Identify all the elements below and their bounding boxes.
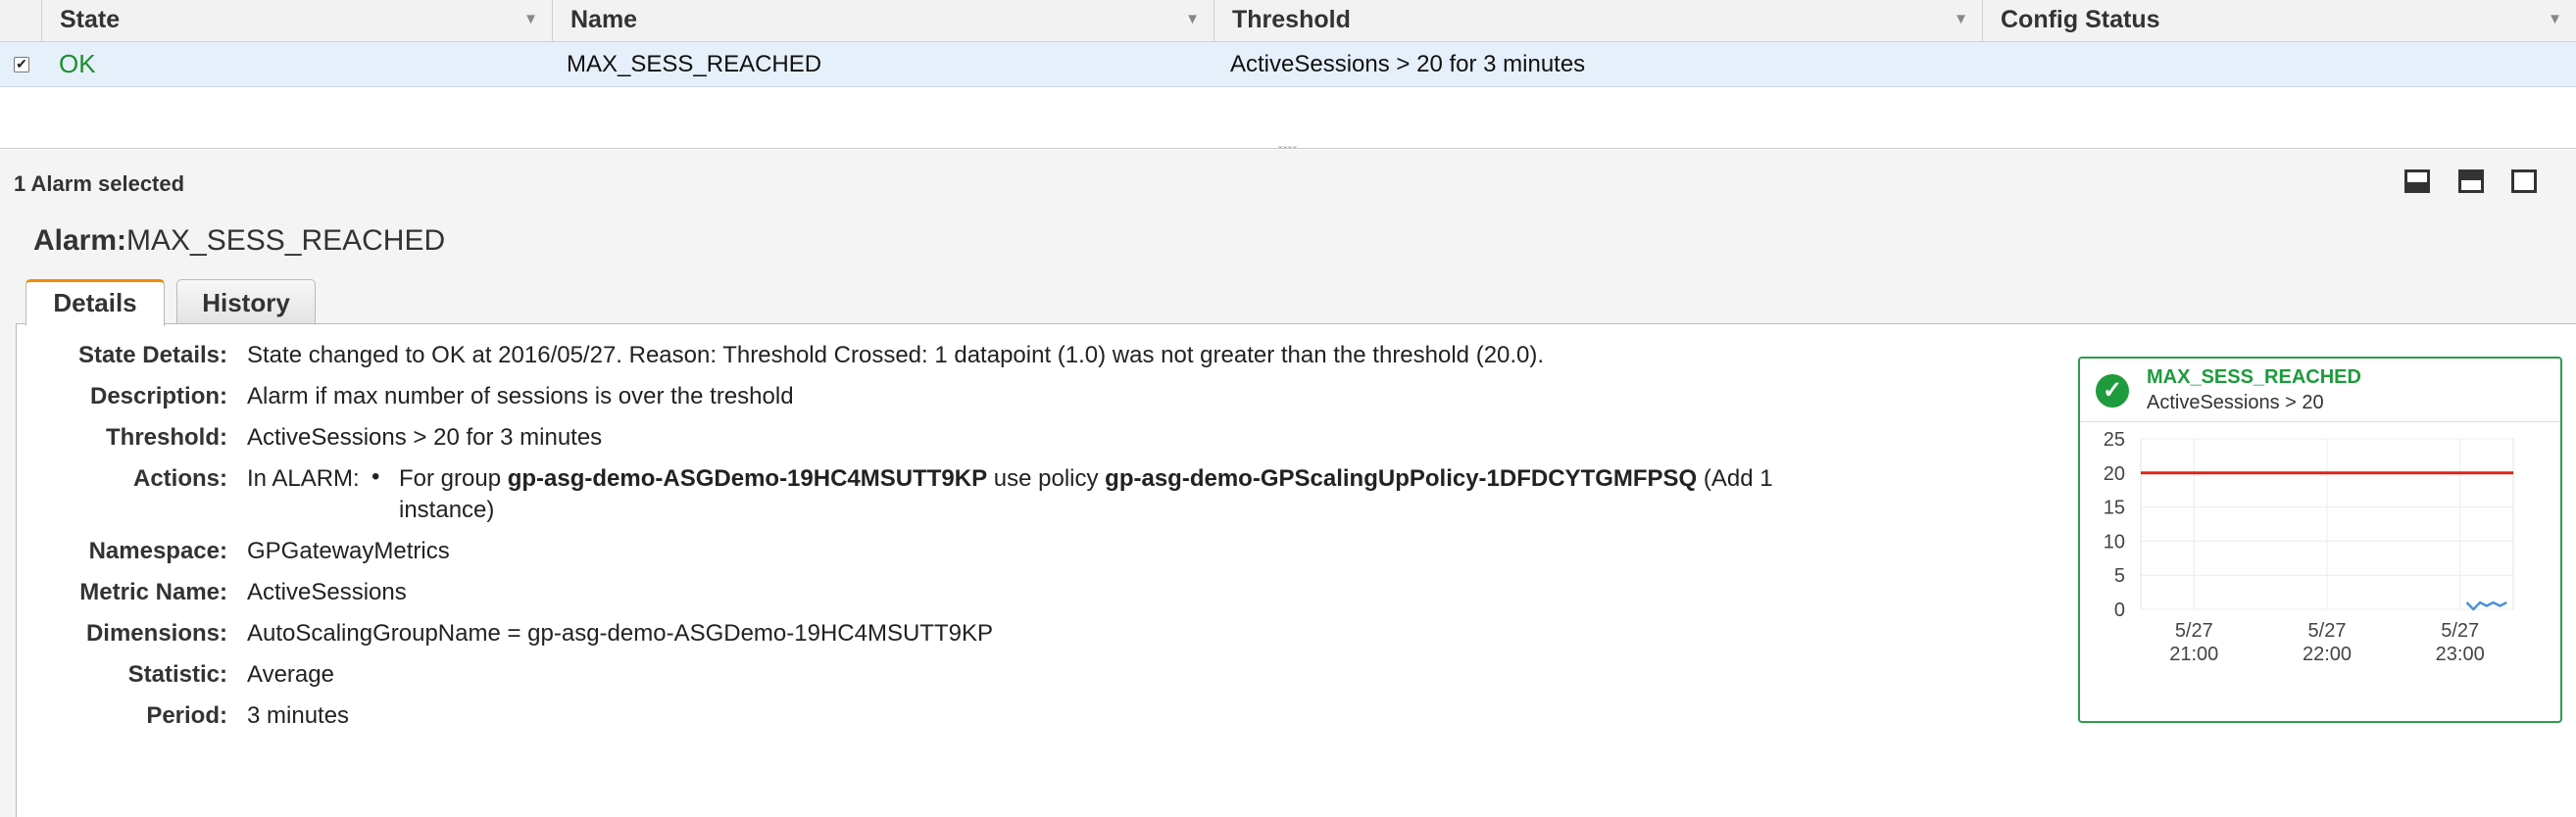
x-tick-label: 5/27 — [2441, 620, 2479, 642]
detail-value: State changed to OK at 2016/05/27. Reaso… — [247, 342, 1545, 368]
action-text: For group — [399, 465, 508, 492]
action-policy: gp-asg-demo-GPScalingUpPolicy-1DFDCYTGMF… — [1105, 465, 1698, 492]
mini-chart-subtitle: ActiveSessions > 20 — [2147, 392, 2324, 413]
action-item: For group gp-asg-demo-ASGDemo-19HC4MSUTT… — [399, 463, 1791, 526]
detail-value: ActiveSessions > 20 for 3 minutes — [247, 424, 603, 451]
detail-key: Statistic: — [127, 661, 227, 688]
pane-bottom-icon[interactable] — [2404, 169, 2431, 193]
alarm-title: Alarm:MAX_SESS_REACHED — [33, 224, 445, 258]
x-tick-label: 22:00 — [2303, 644, 2352, 665]
column-header-label: Name — [570, 6, 638, 33]
pane-layout-controls — [2381, 169, 2537, 198]
sort-caret-icon[interactable]: ▼ — [1185, 0, 1200, 39]
pane-maximize-icon[interactable] — [2511, 169, 2537, 193]
check-circle-icon: ✓ — [2096, 374, 2129, 408]
detail-value: 3 minutes — [247, 702, 350, 729]
sort-caret-icon[interactable]: ▼ — [1954, 0, 1968, 39]
threshold-cell: ActiveSessions > 20 for 3 minutes — [1230, 51, 1586, 77]
column-header-label: State — [60, 6, 121, 33]
state-cell: OK — [59, 49, 96, 78]
detail-key: State Details: — [77, 342, 227, 368]
detail-value: AutoScalingGroupName = gp-asg-demo-ASGDe… — [247, 620, 993, 647]
detail-key: Namespace: — [88, 538, 227, 564]
alarm-table-header: State ▼ Name ▼ Threshold ▼ Config Status… — [0, 0, 2576, 42]
table-row[interactable]: ✔ OK MAX_SESS_REACHED ActiveSessions > 2… — [0, 42, 2576, 87]
pane-top-icon[interactable] — [2457, 169, 2484, 193]
name-cell: MAX_SESS_REACHED — [567, 51, 822, 77]
y-tick-label: 25 — [2104, 429, 2125, 451]
y-tick-label: 15 — [2104, 498, 2125, 519]
column-header-name[interactable]: Name ▼ — [552, 0, 1214, 41]
column-header-label: Threshold — [1232, 6, 1351, 33]
detail-value: ActiveSessions — [247, 579, 407, 605]
tab-history[interactable]: History — [176, 279, 316, 324]
action-text: (Add 1 — [1697, 465, 1773, 492]
row-checkbox[interactable]: ✔ — [14, 57, 29, 72]
tab-details[interactable]: Details — [25, 279, 165, 326]
y-tick-label: 5 — [2114, 565, 2125, 587]
x-tick-label: 5/27 — [2175, 620, 2213, 642]
y-tick-label: 10 — [2104, 531, 2125, 553]
column-header-label: Config Status — [2001, 6, 2160, 33]
detail-value: GPGatewayMetrics — [247, 538, 450, 564]
detail-key: Description: — [89, 383, 227, 409]
alarm-mini-chart[interactable]: ✓ MAX_SESS_REACHED ActiveSessions > 20 0… — [2078, 357, 2562, 723]
alarm-title-name: MAX_SESS_REACHED — [126, 224, 446, 257]
action-text: instance) — [399, 497, 495, 523]
y-tick-label: 0 — [2114, 600, 2125, 621]
sort-caret-icon[interactable]: ▼ — [2548, 0, 2562, 39]
x-tick-label: 23:00 — [2436, 644, 2485, 665]
mini-chart-title: MAX_SESS_REACHED — [2147, 366, 2361, 388]
detail-value: Alarm if max number of sessions is over … — [247, 383, 794, 409]
sort-caret-icon[interactable]: ▼ — [523, 0, 538, 39]
detail-key: Period: — [146, 702, 227, 729]
column-header-state[interactable]: State ▼ — [41, 0, 552, 41]
actions-in-alarm-label: In ALARM: — [247, 465, 360, 492]
alarm-title-label: Alarm: — [33, 224, 127, 257]
detail-key: Metric Name: — [79, 579, 227, 605]
action-text: use policy — [987, 465, 1106, 492]
column-header-threshold[interactable]: Threshold ▼ — [1214, 0, 1982, 41]
mini-chart-header: ✓ MAX_SESS_REACHED ActiveSessions > 20 — [2080, 359, 2560, 422]
y-tick-label: 20 — [2104, 463, 2125, 485]
selection-count: 1 Alarm selected — [14, 171, 185, 196]
detail-key: Actions: — [133, 465, 227, 492]
column-header-config-status[interactable]: Config Status ▼ — [1982, 0, 2576, 41]
detail-value: Average — [247, 661, 334, 688]
x-tick-label: 21:00 — [2169, 644, 2218, 665]
detail-key: Threshold: — [106, 424, 227, 451]
mini-chart-plot: 05101520255/2721:005/2722:005/2723:00 — [2104, 429, 2514, 665]
x-tick-label: 5/27 — [2308, 620, 2347, 642]
action-group: gp-asg-demo-ASGDemo-19HC4MSUTT9KP — [507, 465, 988, 492]
table-empty-area — [0, 87, 2576, 149]
bullet-icon: • — [372, 463, 380, 490]
detail-key: Dimensions: — [85, 620, 227, 647]
